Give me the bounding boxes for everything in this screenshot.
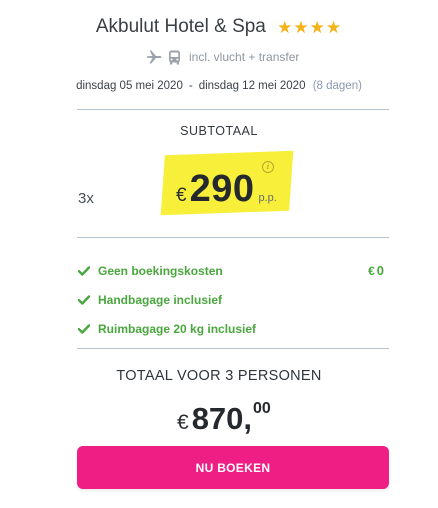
feature-label: Geen boekingskosten bbox=[98, 263, 223, 278]
date-from: dinsdag 05 mei 2020 bbox=[76, 80, 183, 92]
subtotal-price: € 290 p.p. bbox=[176, 168, 277, 216]
star-icon: ★ bbox=[309, 18, 325, 37]
star-rating: ★★★★ bbox=[277, 17, 342, 39]
price-currency: € bbox=[176, 185, 187, 206]
hotel-title: Akbulut Hotel & Spa ★★★★ bbox=[0, 16, 438, 39]
check-icon bbox=[78, 294, 98, 305]
amount-value: 0 bbox=[376, 263, 384, 278]
person-quantity: 3x bbox=[78, 190, 94, 207]
check-icon bbox=[78, 323, 98, 334]
hotel-name: Akbulut Hotel & Spa bbox=[95, 16, 266, 37]
transport-text: incl. vlucht + transfer bbox=[189, 50, 300, 64]
bus-icon bbox=[168, 50, 181, 65]
total-price: € 870, 00 bbox=[177, 398, 271, 438]
date-separator: - bbox=[188, 80, 193, 92]
feature-amount: €0 bbox=[368, 263, 384, 278]
features-list: Geen boekingskosten €0 Handbagage inclus… bbox=[78, 256, 390, 343]
total-currency: € bbox=[177, 411, 189, 434]
feature-item: Ruimbagage 20 kg inclusief bbox=[78, 314, 390, 343]
feature-item: Geen boekingskosten €0 bbox=[78, 256, 390, 285]
book-now-button[interactable]: NU BOEKEN bbox=[77, 446, 389, 489]
divider bbox=[77, 237, 389, 238]
feature-label: Ruimbagage 20 kg inclusief bbox=[98, 321, 257, 336]
divider bbox=[77, 109, 389, 110]
transport-info: incl. vlucht + transfer bbox=[146, 48, 299, 66]
amount-currency: € bbox=[368, 264, 375, 278]
plane-icon bbox=[146, 50, 163, 64]
subtotal-label: SUBTOTAAL bbox=[180, 124, 258, 138]
total-integer: 870, bbox=[191, 401, 253, 436]
check-icon bbox=[78, 265, 98, 276]
date-to: dinsdag 12 mei 2020 bbox=[198, 80, 306, 92]
divider bbox=[77, 348, 389, 349]
feature-label: Handbagage inclusief bbox=[98, 292, 223, 307]
price-value: 290 bbox=[189, 168, 255, 210]
trip-duration: (8 dagen) bbox=[312, 80, 362, 92]
travel-dates: dinsdag 05 mei 2020- dinsdag 12 mei 2020 … bbox=[0, 80, 438, 92]
star-icon: ★ bbox=[293, 18, 309, 37]
star-icon: ★ bbox=[277, 18, 293, 37]
price-per-person: p.p. bbox=[258, 192, 277, 204]
feature-item: Handbagage inclusief bbox=[78, 285, 390, 314]
total-decimals: 00 bbox=[253, 400, 271, 417]
total-label: TOTAAL VOOR 3 PERSONEN bbox=[116, 368, 322, 384]
star-icon: ★ bbox=[325, 18, 342, 37]
